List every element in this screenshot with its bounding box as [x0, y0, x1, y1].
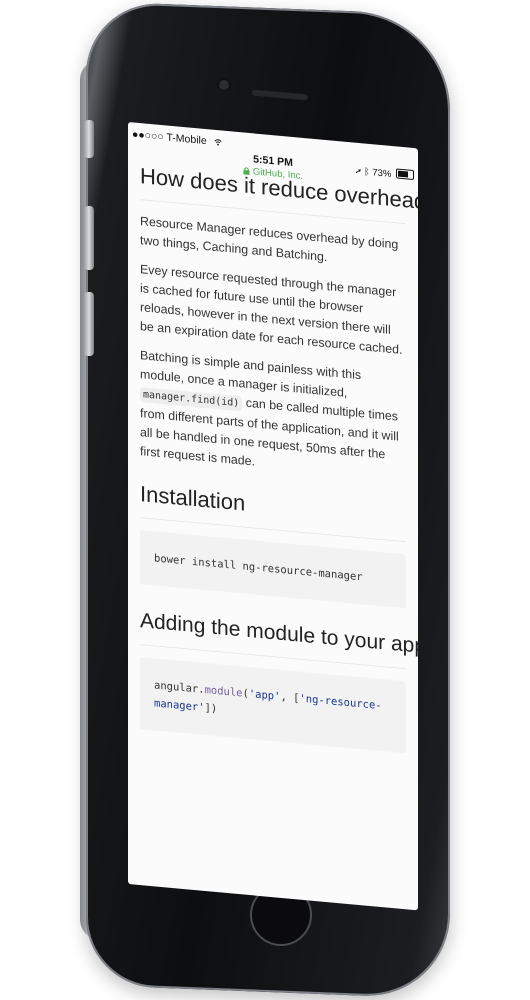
lock-icon [243, 167, 250, 176]
volume-up-button [84, 206, 94, 270]
code-close: ]) [204, 701, 218, 716]
batching-text-after: can be called multiple times from differ… [140, 395, 399, 469]
phone-mockup: ●●○○○ T-Mobile 5:51 PM GitHub, Inc. ➚ ᛒ … [0, 0, 530, 1000]
wifi-icon [214, 139, 222, 146]
code-object: angular. [154, 679, 205, 696]
battery-fill [398, 170, 408, 178]
phone-screen: ●●○○○ T-Mobile 5:51 PM GitHub, Inc. ➚ ᛒ … [128, 122, 418, 911]
battery-icon [396, 168, 414, 181]
code-function: module [204, 683, 243, 700]
code-separator: , [ [280, 690, 300, 705]
signal-indicator: ●●○○○ [132, 128, 164, 144]
battery-percent: 73% [372, 167, 392, 180]
bluetooth-icon: ᛒ [364, 166, 370, 178]
paragraph-batching: Batching is simple and painless with thi… [140, 346, 406, 485]
location-icon: ➚ [355, 165, 362, 178]
install-code-block: bower install ng-resource-manager [140, 530, 406, 609]
install-command: bower install ng-resource-manager [154, 552, 363, 584]
readme-content: How does it reduce overhead? Resource Ma… [128, 162, 418, 754]
module-code-block: angular.module('app', ['ng-resource-mana… [140, 657, 406, 754]
paragraph-caching: Evey resource requested through the mana… [140, 262, 403, 357]
front-camera [219, 80, 229, 90]
code-app-string: 'app' [248, 687, 281, 703]
carrier-name: T-Mobile [166, 131, 207, 148]
volume-down-button [84, 292, 94, 356]
mute-switch [84, 120, 94, 158]
